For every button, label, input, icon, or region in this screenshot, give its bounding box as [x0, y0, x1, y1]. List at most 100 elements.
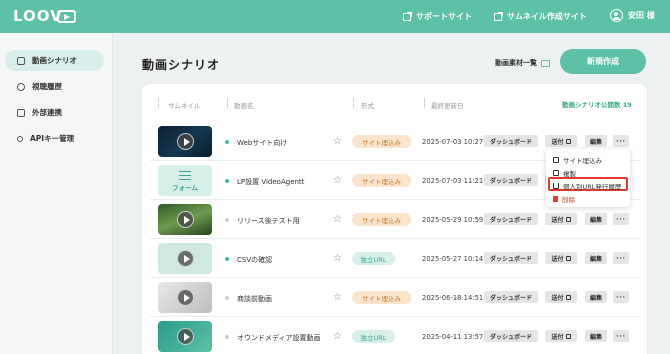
format-badge: サイト埋込み [352, 213, 411, 226]
column-header-format: 形式 [361, 102, 374, 110]
status-dot [225, 218, 229, 222]
more-button[interactable]: ··· [613, 330, 629, 342]
video-thumbnail[interactable] [158, 126, 212, 157]
video-name[interactable]: オウンドメディア設置動画 [237, 333, 321, 343]
video-thumbnail[interactable] [158, 321, 212, 352]
send-button[interactable]: 送付 [545, 135, 577, 147]
format-badge: 独立URL [352, 252, 395, 265]
edit-button[interactable]: 編集 [585, 330, 607, 342]
updated-date: 2025-05-29 10:59 [422, 216, 484, 224]
external-link-icon [494, 11, 503, 21]
sidebar-item-api-keys[interactable]: APIキー管理 [5, 128, 104, 149]
video-thumbnail[interactable] [158, 282, 212, 313]
more-button[interactable]: ··· [613, 252, 629, 264]
status-dot [225, 335, 229, 339]
menu-item-personal-url-history[interactable]: 個人別URL発行履歴 [553, 181, 621, 191]
menu-item-label: 削除 [562, 196, 575, 204]
dashboard-button[interactable]: ダッシュボード [484, 174, 538, 186]
column-divider [158, 98, 159, 108]
video-name[interactable]: Webサイト向け [237, 138, 287, 148]
menu-item-site-embed[interactable]: サイト埋込み [553, 155, 602, 165]
send-label: 送付 [551, 294, 564, 302]
video-materials-link[interactable]: 動画素材一覧 [495, 58, 550, 68]
star-icon[interactable]: ☆ [333, 331, 342, 342]
table-row[interactable]: CSVの確認 ☆ 独立URL 2025-05-27 10:14 ダッシュボード … [150, 239, 640, 278]
scenario-icon [17, 56, 25, 65]
dashboard-button[interactable]: ダッシュボード [484, 135, 538, 147]
video-name[interactable]: 商談前動画 [237, 294, 272, 304]
form-thumb-label: フォーム [172, 183, 198, 192]
star-icon[interactable]: ☆ [333, 253, 342, 264]
play-icon [176, 211, 194, 228]
download-icon [553, 183, 559, 189]
column-divider [353, 98, 354, 108]
table-row[interactable]: オウンドメディア設置動画 ☆ 独立URL 2025-04-11 13:57 ダッ… [150, 317, 640, 354]
send-label: 送付 [551, 138, 564, 146]
video-materials-label: 動画素材一覧 [495, 59, 537, 67]
external-link-icon [403, 11, 412, 21]
column-divider [424, 98, 425, 108]
format-badge: サイト埋込み [352, 135, 411, 148]
more-button[interactable]: ··· [613, 291, 629, 303]
published-count: 動画シナリオ公開数 19 [562, 101, 632, 109]
send-button[interactable]: 送付 [545, 291, 577, 303]
menu-item-delete[interactable]: 削除 [553, 194, 575, 204]
edit-button[interactable]: 編集 [585, 135, 607, 147]
new-create-button[interactable]: 新規作成 [560, 49, 646, 74]
send-label: 送付 [551, 255, 564, 263]
edit-button[interactable]: 編集 [585, 213, 607, 225]
copy-icon [565, 255, 571, 261]
top-bar: LOOV サポートサイト サムネイル作成サイト 安田 様 [0, 0, 670, 33]
video-name[interactable]: LP設置 VideoAgentt [237, 177, 304, 187]
play-icon [176, 250, 194, 267]
send-button[interactable]: 送付 [545, 252, 577, 264]
thumbnail-site-link[interactable]: サムネイル作成サイト [494, 11, 587, 22]
sidebar-item-scenario[interactable]: 動画シナリオ [5, 50, 104, 71]
sidebar-item-label: 視聴履歴 [32, 82, 62, 91]
sidebar: 動画シナリオ 視聴履歴 外部連携 APIキー管理 [0, 33, 113, 354]
column-header-name: 動画名 [234, 102, 254, 110]
sidebar-item-label: 動画シナリオ [32, 56, 77, 65]
logo[interactable]: LOOV [13, 7, 63, 25]
video-thumbnail[interactable] [158, 243, 212, 274]
video-thumbnail[interactable]: フォーム [158, 165, 212, 196]
edit-button[interactable]: 編集 [585, 291, 607, 303]
user-icon [610, 9, 623, 22]
more-button[interactable]: ··· [613, 135, 629, 147]
status-dot [225, 140, 229, 144]
copy-icon [565, 294, 571, 300]
edit-button[interactable]: 編集 [585, 252, 607, 264]
more-button[interactable]: ··· [613, 213, 629, 225]
star-icon[interactable]: ☆ [333, 175, 342, 186]
send-label: 送付 [551, 333, 564, 341]
dashboard-button[interactable]: ダッシュボード [484, 291, 538, 303]
sidebar-item-history[interactable]: 視聴履歴 [5, 76, 104, 97]
star-icon[interactable]: ☆ [333, 292, 342, 303]
dashboard-button[interactable]: ダッシュボード [484, 330, 538, 342]
send-button[interactable]: 送付 [545, 213, 577, 225]
play-icon [176, 328, 194, 345]
table-row[interactable]: 商談前動画 ☆ サイト埋込み 2025-06-18 14:51 ダッシュボード … [150, 278, 640, 317]
format-badge: サイト埋込み [352, 174, 411, 187]
logo-camera-icon [57, 10, 76, 23]
video-name[interactable]: CSVの確認 [237, 255, 272, 265]
star-icon[interactable]: ☆ [333, 214, 342, 225]
column-divider [227, 98, 228, 108]
updated-date: 2025-06-18 14:51 [422, 294, 484, 302]
sidebar-item-integration[interactable]: 外部連携 [5, 102, 104, 123]
status-dot [225, 257, 229, 261]
dashboard-button[interactable]: ダッシュボード [484, 252, 538, 264]
user-menu[interactable]: 安田 様 [610, 9, 655, 22]
embed-icon [553, 157, 559, 163]
video-name[interactable]: リリース後テスト用 [237, 216, 300, 226]
star-icon[interactable]: ☆ [333, 136, 342, 147]
trash-icon [553, 196, 558, 202]
copy-icon [565, 138, 571, 144]
send-button[interactable]: 送付 [545, 330, 577, 342]
user-history-icon [17, 82, 25, 91]
dashboard-button[interactable]: ダッシュボード [484, 213, 538, 225]
play-icon [176, 133, 194, 150]
support-site-link[interactable]: サポートサイト [403, 11, 472, 22]
copy-icon [565, 333, 571, 339]
video-thumbnail[interactable] [158, 204, 212, 235]
